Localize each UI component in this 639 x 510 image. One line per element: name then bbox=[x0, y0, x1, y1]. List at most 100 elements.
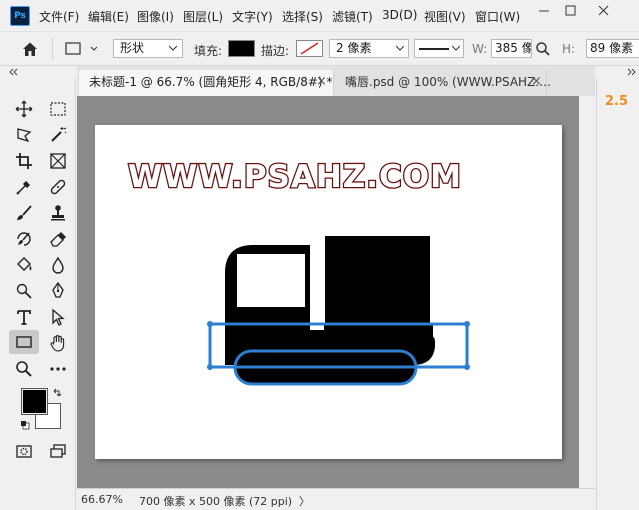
tab-untitled-1[interactable]: 未标题-1 @ 66.7% (圆角矩形 4, RGB/8#) * × bbox=[79, 70, 334, 96]
status-bar: 66.67% 700 像素 x 500 像素 (72 ppi) 〉 bbox=[77, 488, 595, 510]
swap-colors-icon[interactable] bbox=[52, 388, 62, 398]
more-tools[interactable] bbox=[46, 358, 70, 380]
menu-filter[interactable]: 滤镜(T) bbox=[332, 8, 373, 25]
type-tool[interactable] bbox=[12, 306, 36, 328]
vertical-scrollbar[interactable] bbox=[579, 96, 595, 488]
home-button[interactable] bbox=[20, 40, 40, 61]
menu-select[interactable]: 选择(S) bbox=[282, 8, 323, 25]
history-brush-tool[interactable] bbox=[12, 228, 36, 250]
menu-image[interactable]: 图像(I) bbox=[137, 8, 174, 25]
menu-view[interactable]: 视图(V) bbox=[424, 8, 466, 25]
rectangle-tool[interactable] bbox=[9, 330, 39, 354]
frame-tool[interactable] bbox=[46, 150, 70, 172]
status-menu-arrow[interactable]: 〉 bbox=[299, 493, 310, 509]
link-dimensions-button[interactable] bbox=[535, 41, 551, 60]
stroke-label: 描边: bbox=[261, 44, 290, 58]
minimize-button[interactable] bbox=[529, 0, 559, 24]
pen-tool[interactable] bbox=[46, 280, 70, 302]
stroke-width-dropdown[interactable]: 2 像素 bbox=[329, 39, 409, 58]
hand-tool[interactable] bbox=[46, 332, 70, 354]
tab-label: 嘴唇.psd @ 100% (WWW.PSAHZ.… bbox=[345, 75, 552, 89]
fill-color-swatch[interactable] bbox=[228, 40, 255, 57]
chevron-down-icon bbox=[168, 45, 178, 51]
frame-icon bbox=[50, 153, 66, 169]
close-tab-icon[interactable]: × bbox=[531, 70, 542, 94]
quick-mask-button[interactable] bbox=[12, 440, 36, 462]
chevron-down-icon bbox=[395, 45, 405, 51]
fill-label: 填充: bbox=[194, 44, 223, 58]
search-icon bbox=[536, 42, 550, 56]
canvas-artwork: WWW.PSAHZ.COM bbox=[127, 158, 470, 386]
transform-handle[interactable] bbox=[464, 364, 470, 370]
menu-edit[interactable]: 编辑(E) bbox=[88, 8, 129, 25]
close-window-button[interactable] bbox=[589, 0, 619, 24]
mode-dropdown[interactable]: 形状 bbox=[113, 39, 183, 58]
screen-mode-icon bbox=[50, 444, 66, 458]
collapse-right-icon[interactable] bbox=[625, 68, 637, 76]
width-input[interactable]: 385 像 bbox=[491, 39, 532, 58]
marquee-tool[interactable] bbox=[46, 98, 70, 120]
quick-mask-icon bbox=[16, 445, 32, 458]
move-tool[interactable] bbox=[12, 98, 36, 120]
tool-preset-picker[interactable] bbox=[64, 40, 102, 61]
collapse-left-icon[interactable] bbox=[8, 68, 20, 76]
dodge-icon bbox=[16, 283, 32, 299]
solid-line-icon bbox=[419, 48, 449, 50]
clone-stamp-tool[interactable] bbox=[46, 202, 70, 224]
document-info: 700 像素 x 500 像素 (72 ppi) bbox=[139, 495, 293, 508]
brush-tool[interactable] bbox=[12, 202, 36, 224]
transform-handle[interactable] bbox=[464, 321, 470, 327]
history-brush-icon bbox=[17, 232, 31, 246]
transform-handle[interactable] bbox=[207, 321, 213, 327]
eyedropper-tool[interactable] bbox=[12, 176, 36, 198]
menu-layer[interactable]: 图层(L) bbox=[183, 8, 223, 25]
width-value: 385 像 bbox=[495, 41, 532, 55]
height-input[interactable]: 89 像素 bbox=[586, 39, 639, 58]
polygonal-lasso-icon bbox=[17, 128, 32, 143]
no-color-icon bbox=[300, 42, 319, 55]
panel-value: 2.5 bbox=[605, 94, 629, 109]
zoom-tool[interactable] bbox=[12, 358, 36, 380]
stroke-color-swatch[interactable] bbox=[296, 40, 323, 57]
close-tab-icon[interactable]: × bbox=[316, 70, 327, 94]
eraser-tool[interactable] bbox=[46, 228, 70, 250]
close-icon bbox=[598, 5, 609, 16]
maximize-button[interactable] bbox=[556, 0, 586, 24]
arrow-pointer-icon bbox=[52, 308, 65, 326]
lasso-tool[interactable] bbox=[12, 124, 36, 146]
screen-mode-button[interactable] bbox=[46, 440, 70, 462]
stamp-icon bbox=[51, 205, 65, 221]
default-colors-icon[interactable] bbox=[20, 420, 30, 430]
menu-file[interactable]: 文件(F) bbox=[39, 8, 79, 25]
pen-icon bbox=[52, 282, 64, 298]
magic-wand-icon bbox=[51, 127, 67, 142]
menu-window[interactable]: 窗口(W) bbox=[475, 8, 520, 25]
eraser-icon bbox=[50, 232, 66, 247]
foreground-color-swatch[interactable] bbox=[21, 388, 48, 415]
dodge-tool[interactable] bbox=[12, 280, 36, 302]
type-icon bbox=[17, 310, 31, 325]
transform-handle[interactable] bbox=[207, 364, 213, 370]
healing-brush-tool[interactable] bbox=[46, 176, 70, 198]
document-tabs: 未标题-1 @ 66.7% (圆角矩形 4, RGB/8#) * × 嘴唇.ps… bbox=[77, 66, 595, 96]
menu-3d[interactable]: 3D(D) bbox=[382, 8, 417, 22]
crop-tool[interactable] bbox=[12, 150, 36, 172]
tab-lips-psd[interactable]: 嘴唇.psd @ 100% (WWW.PSAHZ.… × bbox=[335, 70, 551, 96]
magic-wand-tool[interactable] bbox=[46, 124, 70, 146]
vehicle-cargo bbox=[325, 236, 430, 332]
crop-icon bbox=[16, 153, 32, 169]
zoom-level[interactable]: 66.67% bbox=[81, 493, 123, 506]
stroke-type-dropdown[interactable] bbox=[414, 39, 464, 58]
menu-type[interactable]: 文字(Y) bbox=[232, 8, 273, 25]
cab-window bbox=[237, 254, 305, 307]
path-selection-tool[interactable] bbox=[46, 306, 70, 328]
document-canvas[interactable]: WWW.PSAHZ.COM bbox=[95, 125, 562, 459]
paint-bucket-icon bbox=[17, 257, 32, 271]
zoom-icon bbox=[16, 361, 32, 377]
blur-tool[interactable] bbox=[46, 254, 70, 276]
rectangular-marquee-icon bbox=[50, 102, 66, 116]
watermark-text: WWW.PSAHZ.COM bbox=[128, 159, 462, 195]
chassis-bridge bbox=[310, 330, 433, 338]
paint-bucket-tool[interactable] bbox=[12, 254, 36, 276]
tools-panel bbox=[0, 78, 76, 510]
